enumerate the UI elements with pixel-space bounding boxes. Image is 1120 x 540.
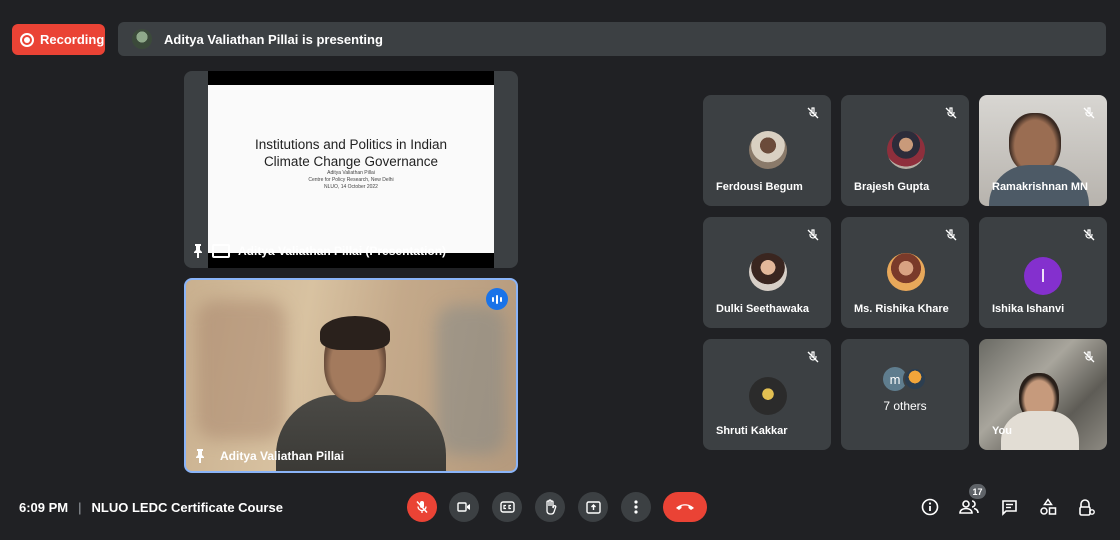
participant-tile[interactable]: Ramakrishnan MN <box>979 95 1107 206</box>
presentation-label: Aditya Valiathan Pillai (Presentation) <box>192 244 446 258</box>
chat-icon <box>1001 499 1017 516</box>
avatar <box>887 253 925 291</box>
clock-time: 6:09 PM <box>19 500 69 515</box>
raise-hand-button[interactable] <box>535 492 565 522</box>
self-video-body <box>1001 411 1079 450</box>
captions-button[interactable] <box>492 492 522 522</box>
presenter-avatar <box>132 29 152 49</box>
presenting-banner[interactable]: Aditya Valiathan Pillai is presenting <box>118 22 1106 56</box>
mic-off-icon <box>803 347 823 367</box>
participant-name: Ramakrishnan MN <box>992 181 1088 193</box>
people-count-badge: 17 <box>969 484 986 499</box>
presenting-text: Aditya Valiathan Pillai is presenting <box>164 31 383 47</box>
others-group: m 7 others <box>841 367 969 413</box>
slide-title: Institutions and Politics in Indian Clim… <box>254 137 448 169</box>
participant-name: Dulki Seethawaka <box>716 303 809 315</box>
background-blur <box>196 300 286 440</box>
activities-button[interactable] <box>1035 494 1061 520</box>
participant-tile[interactable]: I Ishika Ishanvi <box>979 217 1107 328</box>
people-icon <box>959 500 979 514</box>
mic-off-icon <box>803 103 823 123</box>
participant-tile[interactable]: Ferdousi Begum <box>703 95 831 206</box>
chat-button[interactable] <box>996 494 1022 520</box>
participant-name: Ferdousi Begum <box>716 181 803 193</box>
info-icon <box>921 498 939 516</box>
participant-name: Shruti Kakkar <box>716 425 788 437</box>
recording-label: Recording <box>40 32 105 47</box>
meeting-details-button[interactable] <box>917 494 943 520</box>
avatar <box>887 131 925 169</box>
record-icon <box>20 32 34 47</box>
lock-person-icon <box>1079 498 1095 516</box>
host-controls-button[interactable] <box>1074 494 1100 520</box>
activities-shapes-icon <box>1040 498 1057 515</box>
slide-date: NLUO, 14 October 2022 <box>324 184 378 190</box>
avatar-initial: I <box>1024 257 1062 295</box>
speaker-name: Aditya Valiathan Pillai <box>220 449 345 463</box>
video-camera-icon <box>457 502 470 512</box>
mic-off-icon <box>941 225 961 245</box>
present-now-button[interactable] <box>578 492 608 522</box>
participant-name: You <box>992 425 1012 437</box>
participant-tile[interactable]: Brajesh Gupta <box>841 95 969 206</box>
others-tile[interactable]: m 7 others <box>841 339 969 450</box>
others-count: 7 others <box>883 399 927 413</box>
mic-off-icon <box>803 225 823 245</box>
others-avatars: m <box>841 367 969 391</box>
participant-name: Brajesh Gupta <box>854 181 930 193</box>
avatar <box>749 131 787 169</box>
presentation-tile[interactable]: Institutions and Politics in Indian Clim… <box>184 71 518 268</box>
meeting-name: NLUO LEDC Certificate Course <box>91 500 283 515</box>
participant-tile[interactable]: Ms. Rishika Khare <box>841 217 969 328</box>
present-screen-icon <box>585 500 601 514</box>
pin-icon[interactable] <box>192 244 204 258</box>
captions-icon <box>499 501 515 513</box>
pin-icon[interactable] <box>194 449 206 463</box>
avatar <box>749 377 787 415</box>
screen-share-icon <box>212 244 230 258</box>
avatar <box>903 367 927 391</box>
participant-tile[interactable]: Shruti Kakkar <box>703 339 831 450</box>
meeting-info: 6:09 PM | NLUO LEDC Certificate Course <box>19 500 283 515</box>
mic-off-icon <box>1079 103 1099 123</box>
speaking-indicator-icon <box>486 288 508 310</box>
speaker-label: Aditya Valiathan Pillai <box>194 449 344 463</box>
hang-up-icon <box>676 504 694 510</box>
recording-button[interactable]: Recording <box>12 24 105 55</box>
presentation-slide: Institutions and Politics in Indian Clim… <box>208 85 494 253</box>
separator: | <box>78 500 82 515</box>
participant-video <box>1009 113 1061 173</box>
hand-icon <box>546 499 557 515</box>
slide-affiliation: Centre for Policy Research, New Delhi <box>308 177 394 183</box>
camera-toggle-button[interactable] <box>449 492 479 522</box>
more-vert-icon <box>634 500 638 514</box>
mic-off-icon <box>1079 225 1099 245</box>
more-options-button[interactable] <box>621 492 651 522</box>
speaker-tile[interactable]: Aditya Valiathan Pillai <box>184 278 518 473</box>
mic-off-icon <box>416 500 428 514</box>
mic-toggle-button[interactable] <box>407 492 437 522</box>
mic-off-icon <box>941 103 961 123</box>
participant-name: Ms. Rishika Khare <box>854 303 949 315</box>
mic-off-icon <box>1079 347 1099 367</box>
participant-tile[interactable]: Dulki Seethawaka <box>703 217 831 328</box>
leave-call-button[interactable] <box>663 492 707 522</box>
avatar <box>749 253 787 291</box>
speaker-video-hair <box>320 316 390 350</box>
presentation-name: Aditya Valiathan Pillai (Presentation) <box>238 244 447 258</box>
slide-author: Aditya Valiathan Pillai <box>327 170 375 176</box>
participant-name: Ishika Ishanvi <box>992 303 1065 315</box>
self-tile[interactable]: You <box>979 339 1107 450</box>
background-blur <box>436 305 506 455</box>
